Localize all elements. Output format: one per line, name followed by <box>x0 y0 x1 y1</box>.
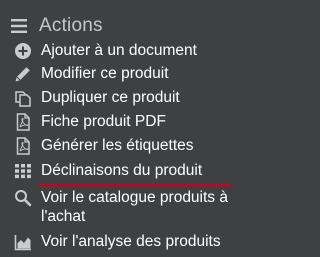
menu-item-label: Dupliquer ce produit <box>41 89 180 106</box>
plus-circle-icon <box>14 42 32 60</box>
search-icon <box>14 189 32 207</box>
menu-item-label: Ajouter à un document <box>41 42 197 59</box>
menu-item-generate-labels[interactable]: Générer les étiquettes <box>0 136 251 156</box>
menu-item-purchase-catalog[interactable]: Voir le catalogue produits à l'achat <box>0 188 251 228</box>
menu-item-label: Modifier ce produit <box>41 65 169 82</box>
pdf-file-icon <box>14 137 32 155</box>
menu-item-label: Voir le catalogue produits à l'achat <box>41 189 228 225</box>
area-chart-icon <box>14 233 32 251</box>
menu-lines-icon <box>10 17 28 35</box>
actions-header: Actions <box>0 13 251 39</box>
menu-item-label: Générer les étiquettes <box>41 137 194 154</box>
menu-item-duplicate-product[interactable]: Dupliquer ce produit <box>0 88 251 108</box>
copy-icon <box>14 89 32 107</box>
active-item-underline <box>38 183 230 185</box>
menu-item-product-sheet-pdf[interactable]: Fiche produit PDF <box>0 112 251 132</box>
actions-menu-panel: Actions Ajouter à un document Modifier c… <box>0 0 251 257</box>
menu-item-label: Voir l'analyse des produits <box>41 233 221 250</box>
menu-item-edit-product[interactable]: Modifier ce produit <box>0 64 251 84</box>
menu-item-label: Déclinaisons du produit <box>41 162 203 179</box>
menu-item-add-to-document[interactable]: Ajouter à un document <box>0 41 251 61</box>
actions-title: Actions <box>39 15 103 36</box>
grid-icon <box>14 162 32 180</box>
pencil-icon <box>14 65 32 83</box>
pdf-file-icon <box>14 113 32 131</box>
menu-item-label: Fiche produit PDF <box>41 113 166 130</box>
menu-item-product-variants[interactable]: Déclinaisons du produit <box>0 160 251 184</box>
menu-item-product-analysis[interactable]: Voir l'analyse des produits <box>0 232 251 252</box>
